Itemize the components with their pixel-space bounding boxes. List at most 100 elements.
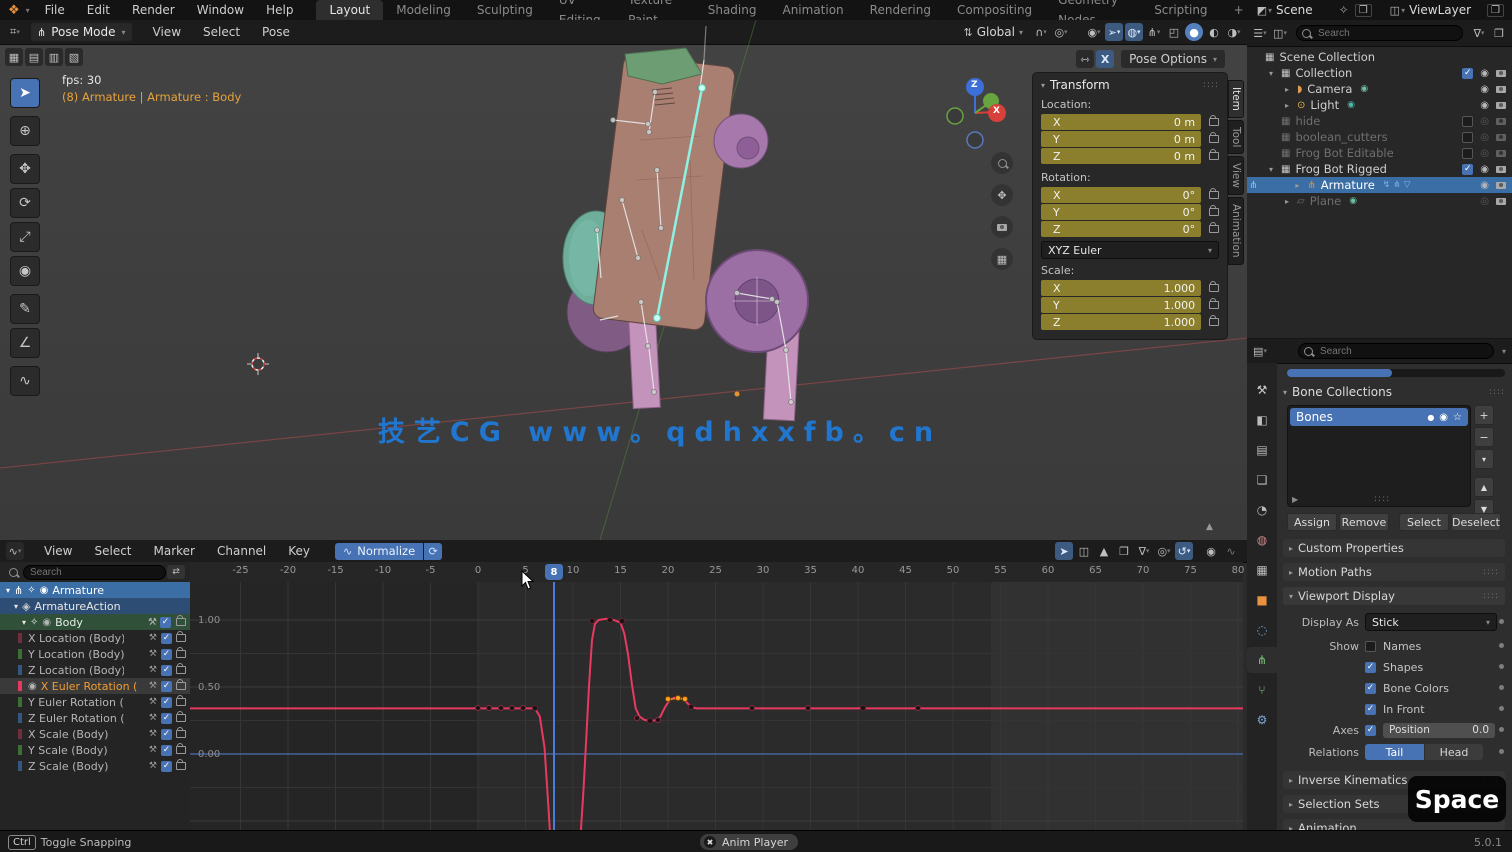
eye-icon[interactable]: ◉ bbox=[28, 681, 37, 692]
outliner-row-frog-bot-rigged[interactable]: ▾▦Frog Bot Rigged✓◉ bbox=[1247, 161, 1512, 177]
anim-player-badge[interactable]: ✖ Anim Player bbox=[700, 834, 798, 850]
selectable-checkbox[interactable] bbox=[1462, 132, 1473, 143]
expand-arrow-icon[interactable]: ▸ bbox=[1285, 101, 1297, 110]
only-selected-icon[interactable]: ➤ bbox=[1055, 542, 1073, 560]
properties-search-input[interactable] bbox=[1318, 345, 1488, 358]
panel-drag-handle[interactable]: :::: bbox=[1489, 387, 1505, 397]
keyframe[interactable] bbox=[647, 718, 653, 724]
tree-row-armature[interactable]: ▾ ⋔ ✧ ◉ Armature bbox=[0, 582, 190, 598]
expand-arrow-icon[interactable]: ▸ bbox=[1285, 85, 1297, 94]
keyframe-selected[interactable] bbox=[675, 695, 681, 701]
deselect-button[interactable]: Deselect bbox=[1451, 513, 1501, 531]
menu-window[interactable]: Window bbox=[186, 0, 255, 20]
workspace-tab-layout[interactable]: Layout bbox=[316, 0, 383, 20]
eye-icon[interactable]: ◉ bbox=[1439, 412, 1448, 423]
channel-enable-checkbox[interactable]: ✓ bbox=[161, 729, 172, 740]
channel-row[interactable]: Y Euler Rotation (Bo⚒✓ bbox=[0, 694, 190, 710]
chevron-down-icon[interactable]: ▾ bbox=[1502, 347, 1506, 356]
editor-type-icon[interactable]: ∿▾ bbox=[6, 542, 24, 560]
assign-button[interactable]: Assign bbox=[1287, 513, 1337, 531]
menu-file[interactable]: File bbox=[34, 0, 76, 20]
hide-viewport-eye-icon[interactable]: ◉ bbox=[1480, 84, 1489, 95]
outliner-row-scene-collection[interactable]: ▦Scene Collection bbox=[1247, 49, 1512, 65]
viewlayer-name[interactable]: ViewLayer bbox=[1409, 3, 1471, 17]
add-workspace-button[interactable]: + bbox=[1221, 0, 1257, 20]
modifier-wrench-icon[interactable]: ⚒ bbox=[148, 617, 157, 628]
outliner-row-frog-bot-editable[interactable]: ▦Frog Bot Editable◎ bbox=[1247, 145, 1512, 161]
lock-icon[interactable] bbox=[1209, 118, 1219, 126]
disable-render-camera-icon[interactable] bbox=[1496, 118, 1506, 125]
transform-field[interactable]: Z1.000 bbox=[1041, 314, 1201, 330]
lock-icon[interactable] bbox=[1209, 208, 1219, 216]
outliner-row-hide[interactable]: ▦hide◎ bbox=[1247, 113, 1512, 129]
menu-edit[interactable]: Edit bbox=[76, 0, 121, 20]
keyframe[interactable] bbox=[749, 705, 755, 711]
selectable-checkbox[interactable]: ✓ bbox=[1462, 164, 1473, 175]
disable-render-camera-icon[interactable] bbox=[1496, 102, 1506, 109]
animate-dot[interactable] bbox=[1499, 619, 1504, 624]
add-bone-collection-button[interactable]: + bbox=[1474, 405, 1494, 425]
channel-enable-checkbox[interactable]: ✓ bbox=[161, 681, 172, 692]
new-viewlayer-icon[interactable]: ❐ bbox=[1487, 4, 1504, 17]
checkbox-names[interactable] bbox=[1365, 641, 1376, 652]
lock-icon[interactable] bbox=[176, 746, 186, 754]
disable-render-camera-icon[interactable] bbox=[1496, 86, 1506, 93]
normalize-toggle[interactable]: ∿ Normalize bbox=[335, 543, 423, 560]
checkbox-shapes[interactable]: ✓ bbox=[1365, 662, 1376, 673]
expand-collapse-icon[interactable]: ⇄ bbox=[167, 565, 185, 579]
sidebar-tab-tool[interactable]: Tool bbox=[1228, 120, 1244, 154]
display-mode-icon[interactable]: ◫▾ bbox=[1271, 24, 1289, 42]
remove-bone-collection-button[interactable]: − bbox=[1474, 427, 1494, 447]
disable-render-camera-icon[interactable] bbox=[1496, 182, 1506, 189]
filter-icon[interactable]: ∇▾ bbox=[1470, 24, 1488, 42]
channel-enable-checkbox[interactable]: ✓ bbox=[161, 665, 172, 676]
stop-icon[interactable]: ✖ bbox=[704, 836, 716, 848]
workspace-tab-shading[interactable]: Shading bbox=[695, 0, 770, 20]
lock-icon[interactable] bbox=[1209, 301, 1219, 309]
solo-dot-icon[interactable]: ● bbox=[1427, 413, 1434, 422]
modifier-wrench-icon[interactable]: ⚒ bbox=[149, 745, 157, 755]
new-scene-icon[interactable]: ❐ bbox=[1355, 4, 1372, 17]
properties-tab-world[interactable]: ◍ bbox=[1247, 527, 1277, 553]
panel-drag-handle[interactable]: :::: bbox=[1483, 567, 1499, 577]
graph-menu-select[interactable]: Select bbox=[83, 541, 142, 561]
outliner-row-boolean_cutters[interactable]: ▦boolean_cutters◎ bbox=[1247, 129, 1512, 145]
channel-enable-checkbox[interactable]: ✓ bbox=[161, 649, 172, 660]
timeline-ruler[interactable]: -25-20-15-10-505101520253035404550556065… bbox=[190, 562, 1243, 583]
modifier-wrench-icon[interactable]: ⚒ bbox=[149, 761, 157, 771]
gizmo-x-label[interactable]: X bbox=[993, 106, 1000, 116]
modifier-wrench-icon[interactable]: ⚒ bbox=[149, 729, 157, 739]
lock-icon[interactable] bbox=[176, 634, 186, 642]
outliner-row-plane[interactable]: ▸▱Plane◉◎ bbox=[1247, 193, 1512, 209]
display-as-dropdown[interactable]: Stick ▾ bbox=[1365, 613, 1497, 631]
disable-render-camera-icon[interactable] bbox=[1496, 198, 1506, 205]
list-resize-grip[interactable]: :::: bbox=[1374, 494, 1390, 504]
outliner-row-armature[interactable]: ⋔▸⋔Armature↯ ⋔ ▽◉ bbox=[1247, 177, 1512, 193]
viewport-3d[interactable]: ⌗▾ ⋔ Pose Mode ▾ ViewSelectPose ⇅ Global… bbox=[0, 20, 1248, 540]
channel-enable-checkbox[interactable]: ✓ bbox=[160, 617, 171, 628]
channel-row[interactable]: Z Euler Rotation (Bo⚒✓ bbox=[0, 710, 190, 726]
keyframe[interactable] bbox=[655, 717, 661, 723]
disable-render-camera-icon[interactable] bbox=[1496, 134, 1506, 141]
axes-position-slider[interactable]: Position 0.0 bbox=[1383, 723, 1495, 738]
checkbox-in-front[interactable]: ✓ bbox=[1365, 704, 1376, 715]
bone-collection-specials-button[interactable]: ▾ bbox=[1474, 449, 1494, 469]
keyframe[interactable] bbox=[688, 704, 694, 710]
disable-render-camera-icon[interactable] bbox=[1496, 166, 1506, 173]
workspace-tab-animation[interactable]: Animation bbox=[769, 0, 856, 20]
transform-panel-header[interactable]: ▾ Transform :::: bbox=[1041, 78, 1219, 92]
channel-search-input[interactable] bbox=[23, 565, 166, 580]
panel-motion-paths[interactable]: ▸ Motion Paths :::: bbox=[1283, 563, 1505, 581]
transform-field[interactable]: Z0° bbox=[1041, 221, 1201, 237]
relations-head-button[interactable]: Head bbox=[1425, 744, 1483, 760]
proportional-edit-icon[interactable]: ◎▾ bbox=[1155, 542, 1173, 560]
animate-dot[interactable] bbox=[1499, 727, 1504, 732]
lock-icon[interactable] bbox=[176, 730, 186, 738]
expand-arrow-icon[interactable]: ▾ bbox=[1269, 165, 1281, 174]
playhead-marker[interactable]: 8 bbox=[545, 564, 563, 580]
keyframe[interactable] bbox=[915, 705, 921, 711]
properties-tab-object-data[interactable]: ⋔ bbox=[1247, 647, 1277, 673]
transform-field[interactable]: X1.000 bbox=[1041, 280, 1201, 296]
scene-name[interactable]: Scene bbox=[1276, 3, 1313, 17]
pin-icon[interactable]: ✧ bbox=[1339, 3, 1349, 17]
